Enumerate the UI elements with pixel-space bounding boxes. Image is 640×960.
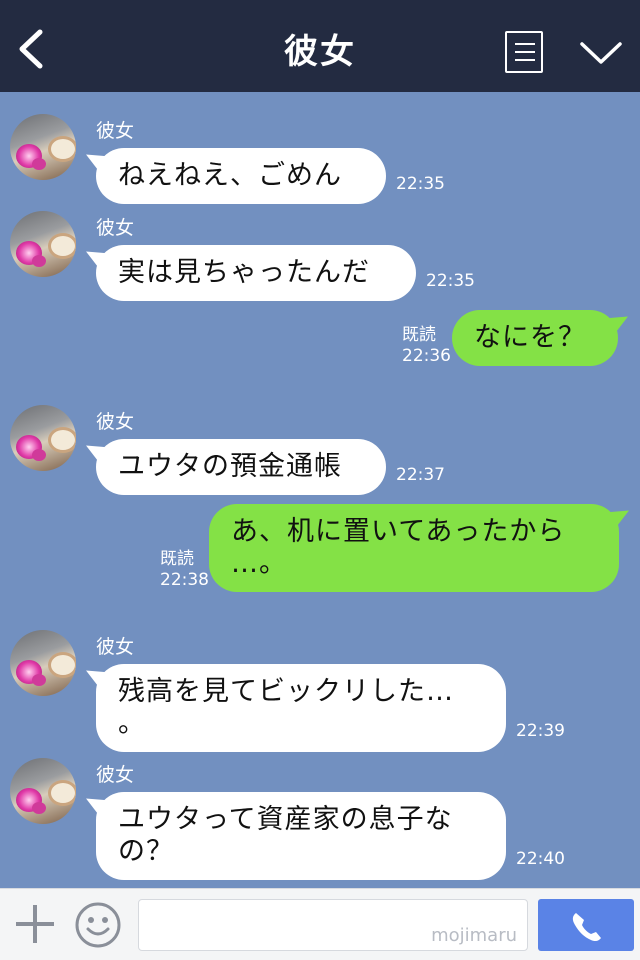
message-time: 22:40 <box>516 849 565 869</box>
add-attachment-button[interactable] <box>14 903 56 945</box>
input-bar: mojimaru <box>0 888 640 960</box>
avatar[interactable] <box>10 405 76 471</box>
message-time: 22:39 <box>516 721 565 741</box>
plus-icon-bar <box>16 922 54 926</box>
list-menu-icon <box>515 43 535 45</box>
avatar-cup <box>48 427 76 453</box>
list-menu-icon-line <box>515 51 535 53</box>
avatar[interactable] <box>10 211 76 277</box>
message-text: 。 <box>118 708 146 739</box>
read-receipt: 既読 22:36 <box>402 325 451 367</box>
message-time: 22:35 <box>396 174 445 194</box>
chat-title: 彼女 <box>284 32 356 72</box>
message-text: なにを？ <box>474 322 586 353</box>
avatar-cup <box>48 652 76 678</box>
chevron-down-icon <box>580 42 622 64</box>
avatar[interactable] <box>10 630 76 696</box>
message-text: あ、机に置いてあったから <box>231 516 566 547</box>
message-bubble-incoming[interactable]: 残高を見てビックリした… 。 <box>96 664 506 752</box>
sender-name: 彼女 <box>96 217 135 239</box>
sender-name: 彼女 <box>96 411 135 433</box>
emoji-icon <box>75 902 121 948</box>
message-text: ユウタの預金通帳 <box>118 451 342 482</box>
avatar-flower <box>32 255 46 267</box>
more-options-button[interactable] <box>578 38 624 68</box>
avatar[interactable] <box>10 758 76 824</box>
message-text: …。 <box>231 548 287 579</box>
message-text: 残高を見てビックリした… <box>118 676 454 707</box>
avatar-flower <box>32 449 46 461</box>
list-menu-icon-line <box>515 59 535 61</box>
message-bubble-incoming[interactable]: 実は見ちゃったんだ <box>96 245 416 301</box>
read-receipt: 既読 22:38 <box>160 549 209 591</box>
message-text: ユウタって資産家の息子な <box>118 804 453 835</box>
read-label: 既読 <box>402 325 436 345</box>
sender-name: 彼女 <box>96 764 135 786</box>
message-text: ねえねえ、ごめん <box>118 160 342 191</box>
message-bubble-outgoing[interactable]: あ、机に置いてあったから …。 <box>209 504 619 592</box>
message-bubble-outgoing[interactable]: なにを？ <box>452 310 618 366</box>
emoji-button[interactable] <box>74 901 122 949</box>
avatar-cup <box>48 233 76 259</box>
message-bubble-incoming[interactable]: ねえねえ、ごめん <box>96 148 386 204</box>
message-bubble-incoming[interactable]: ユウタの預金通帳 <box>96 439 386 495</box>
message-text: の？ <box>118 836 174 867</box>
message-bubble-incoming[interactable]: ユウタって資産家の息子な の？ <box>96 792 506 880</box>
call-button[interactable] <box>538 899 634 951</box>
phone-icon <box>572 913 601 942</box>
chat-area[interactable]: 彼女 ねえねえ、ごめん 22:35 彼女 実は見ちゃったんだ 22:35 既読 … <box>0 92 640 888</box>
avatar-flower <box>32 802 46 814</box>
message-time: 22:35 <box>426 271 475 291</box>
sender-name: 彼女 <box>96 636 135 658</box>
message-time: 22:36 <box>402 346 451 366</box>
avatar-flower <box>32 674 46 686</box>
header-bar: 彼女 <box>0 0 640 92</box>
watermark-text: mojimaru <box>431 925 517 946</box>
read-label: 既読 <box>160 549 194 569</box>
avatar-cup <box>48 780 76 806</box>
avatar-cup <box>48 136 76 162</box>
avatar[interactable] <box>10 114 76 180</box>
avatar-flower <box>32 158 46 170</box>
message-text: 実は見ちゃったんだ <box>118 257 370 288</box>
sender-name: 彼女 <box>96 120 135 142</box>
message-input[interactable]: mojimaru <box>138 899 528 951</box>
list-menu-button[interactable] <box>505 31 543 73</box>
message-time: 22:37 <box>396 465 445 485</box>
message-time: 22:38 <box>160 570 209 590</box>
